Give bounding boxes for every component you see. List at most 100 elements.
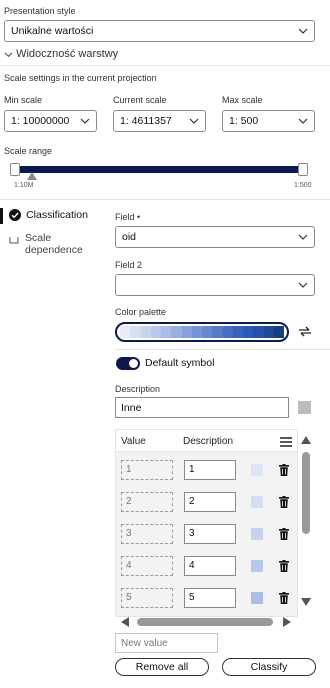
description-input[interactable]: Inne — [115, 397, 289, 418]
palette-color-step — [171, 326, 182, 338]
chevron-down-icon — [4, 51, 13, 57]
vertical-scrollbar[interactable] — [300, 436, 312, 610]
description-cell[interactable]: 3 — [184, 524, 236, 544]
trash-icon[interactable] — [279, 496, 289, 508]
max-scale-select[interactable]: 1: 500 — [222, 110, 315, 132]
table-body: 1122334455 — [116, 452, 297, 616]
field2-select[interactable] — [115, 274, 315, 296]
sidebar-item-label: Classification — [26, 209, 88, 221]
trash-icon[interactable] — [279, 560, 289, 572]
new-value-placeholder: New value — [121, 638, 168, 649]
value-cell[interactable]: 5 — [121, 588, 173, 608]
sidebar-item-classification[interactable]: Classification — [9, 209, 88, 222]
sidebar-item-label: Scale — [25, 232, 52, 244]
palette-color-step — [212, 326, 223, 338]
row-color-swatch[interactable] — [251, 528, 263, 540]
active-indicator — [0, 208, 3, 224]
palette-color-step — [150, 326, 161, 338]
scrollbar-thumb[interactable] — [137, 618, 273, 626]
description-cell[interactable]: 2 — [184, 492, 236, 512]
scroll-right-icon[interactable] — [283, 617, 291, 627]
scale-range-label: Scale range — [4, 146, 53, 156]
scale-range-min-handle[interactable] — [10, 163, 20, 176]
field2-label: Field 2 — [115, 260, 143, 270]
description-cell[interactable]: 4 — [184, 556, 236, 576]
palette-color-step — [232, 326, 243, 338]
scale-section-label: Scale settings in the current projection — [4, 73, 157, 83]
table-header: Value Description — [116, 430, 297, 452]
scale-range-left-label: 1:10M — [14, 182, 34, 189]
visibility-toggle[interactable]: Widoczność warstwy — [4, 48, 118, 60]
min-scale-select[interactable]: 1: 10000000 — [4, 110, 97, 132]
chevron-down-icon — [298, 282, 308, 288]
description-value: Inne — [121, 402, 142, 414]
value-cell[interactable]: 4 — [121, 556, 173, 576]
description-color-swatch[interactable] — [298, 401, 311, 414]
value-cell[interactable]: 1 — [121, 460, 173, 480]
palette-color-step — [161, 326, 172, 338]
swap-icon[interactable] — [298, 324, 312, 338]
description-cell[interactable]: 1 — [184, 460, 236, 480]
chevron-down-icon — [80, 118, 90, 124]
default-symbol-label: Default symbol — [145, 357, 215, 369]
toggle-knob — [129, 359, 138, 368]
field-label: Field • — [115, 212, 141, 222]
check-circle-icon — [9, 209, 21, 222]
scroll-up-icon[interactable] — [301, 436, 311, 444]
palette-color-step — [253, 326, 264, 338]
scroll-left-icon[interactable] — [121, 617, 129, 627]
row-color-swatch[interactable] — [251, 560, 263, 572]
description-label: Description — [115, 384, 161, 394]
presentation-style-value: Unikalne wartości — [11, 25, 94, 37]
table-row: 11 — [116, 454, 297, 486]
row-color-swatch[interactable] — [251, 592, 263, 604]
scrollbar-thumb[interactable] — [302, 452, 310, 534]
palette-color-step — [202, 326, 213, 338]
presentation-style-label: Presentation style — [4, 6, 76, 16]
palette-color-step — [130, 326, 141, 338]
palette-color-step — [243, 326, 254, 338]
default-symbol-toggle[interactable] — [116, 357, 140, 370]
color-palette-select[interactable] — [115, 322, 289, 342]
chevron-down-icon — [189, 118, 199, 124]
min-scale-value: 1: 10000000 — [11, 115, 70, 127]
scale-range-track[interactable] — [16, 166, 306, 173]
presentation-style-select[interactable]: Unikalne wartości — [4, 20, 315, 42]
table-row: 22 — [116, 486, 297, 518]
menu-icon[interactable] — [280, 437, 292, 447]
sidebar-item-label: dependence — [25, 244, 83, 256]
trash-icon[interactable] — [279, 464, 289, 476]
value-cell[interactable]: 2 — [121, 492, 173, 512]
row-color-swatch[interactable] — [251, 496, 263, 508]
current-scale-value: 1: 4611357 — [120, 115, 172, 127]
color-palette-label: Color palette — [115, 307, 167, 317]
scroll-down-icon[interactable] — [301, 598, 311, 606]
palette-color-step — [222, 326, 233, 338]
remove-all-button[interactable]: Remove all — [115, 658, 209, 676]
horizontal-scrollbar[interactable] — [115, 616, 298, 628]
chevron-down-icon — [298, 234, 308, 240]
table-row: 33 — [116, 518, 297, 550]
current-scale-select[interactable]: 1: 4611357 — [113, 110, 206, 132]
row-color-swatch[interactable] — [251, 464, 263, 476]
chevron-down-icon — [298, 28, 308, 34]
value-cell[interactable]: 3 — [121, 524, 173, 544]
classify-button[interactable]: Classify — [222, 658, 316, 676]
max-scale-value: 1: 500 — [229, 115, 259, 127]
palette-color-step — [191, 326, 202, 338]
visibility-label: Widoczność warstwy — [16, 48, 119, 60]
trash-icon[interactable] — [279, 528, 289, 540]
field-select[interactable]: oid — [115, 226, 315, 248]
palette-color-step — [263, 326, 274, 338]
palette-color-step — [120, 326, 131, 338]
new-value-input[interactable]: New value — [115, 633, 218, 653]
current-scale-label: Current scale — [113, 95, 167, 105]
palette-color-step — [140, 326, 151, 338]
table-row: 55 — [116, 582, 297, 614]
trash-icon[interactable] — [279, 592, 289, 604]
table-row: 44 — [116, 550, 297, 582]
description-cell[interactable]: 5 — [184, 588, 236, 608]
divider — [0, 65, 330, 66]
scale-range-max-handle[interactable] — [298, 163, 308, 176]
chevron-down-icon — [298, 118, 308, 124]
